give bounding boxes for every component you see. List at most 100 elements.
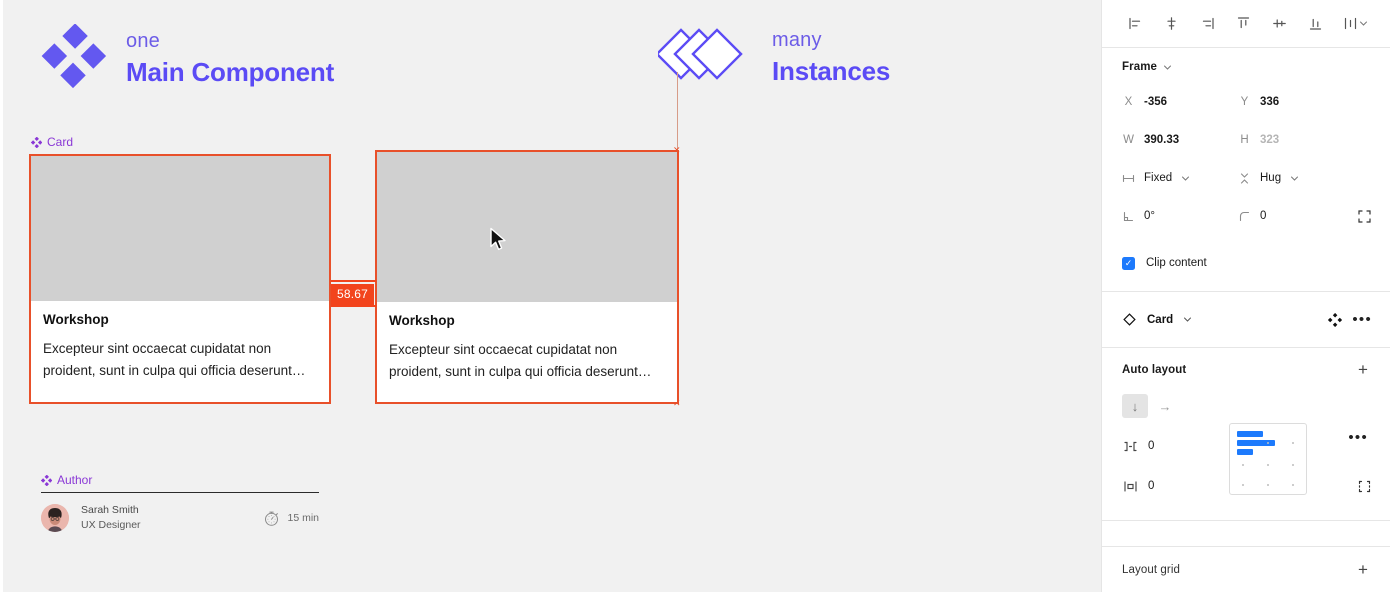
independent-corners-button[interactable]: [1357, 209, 1372, 224]
chevron-down-icon[interactable]: [1183, 315, 1192, 324]
legend-instances: many Instances: [658, 26, 890, 88]
auto-layout-alignment-grid[interactable]: [1229, 423, 1307, 495]
y-value: 336: [1260, 96, 1280, 108]
direction-toggle-group[interactable]: ↓ →: [1122, 394, 1194, 418]
alignment-toolbar[interactable]: [1102, 0, 1390, 48]
properties-panel[interactable]: Frame X -356 Y 336 W 390.33 H 323 Fixed …: [1101, 0, 1390, 592]
card-main-component[interactable]: Workshop Excepteur sint occaecat cupidat…: [29, 154, 331, 404]
legend-main-component: one Main Component: [40, 24, 334, 92]
card-instance-selected[interactable]: Workshop Excepteur sint occaecat cupidat…: [375, 150, 679, 404]
x-value: -356: [1144, 96, 1168, 108]
card-image-placeholder: [377, 152, 677, 302]
component-label-text: Author: [57, 473, 93, 487]
more-options-icon[interactable]: •••: [1352, 312, 1372, 327]
y-field[interactable]: Y 336: [1238, 96, 1354, 108]
rotation-icon: [1122, 210, 1135, 223]
individual-padding-button[interactable]: [1357, 479, 1372, 494]
align-right-icon[interactable]: [1194, 11, 1220, 37]
rotation-value: 0°: [1144, 210, 1155, 222]
spacing-guide-bottom: [331, 305, 376, 307]
gap-spacing-icon: [1122, 439, 1138, 454]
frame-properties: X -356 Y 336 W 390.33 H 323 Fixed Hug 0°…: [1102, 81, 1390, 247]
stopwatch-icon: [265, 511, 279, 526]
component-diamond-icon: [41, 474, 52, 486]
legend-kicker-many: many: [772, 29, 822, 51]
alignment-bar-1: [1237, 431, 1263, 437]
card-description: Excepteur sint occaecat cupidatat non pr…: [43, 341, 306, 379]
author-role: UX Designer: [81, 519, 141, 531]
gap-field[interactable]: 0: [1122, 439, 1234, 454]
frame-section-header[interactable]: Frame: [1102, 48, 1390, 81]
resizing-row: Fixed Hug: [1122, 159, 1372, 197]
w-value: 390.33: [1144, 134, 1180, 146]
legend-title-main-component: Main Component: [126, 57, 335, 87]
design-canvas[interactable]: one Main Component many Instances ✕ ✕: [0, 0, 1101, 592]
auto-layout-section: Auto layout + ↓ → 0 0 •••: [1102, 348, 1390, 521]
card-description: Excepteur sint occaecat cupidatat non pr…: [389, 342, 652, 380]
author-duration: 15 min: [263, 510, 319, 527]
rotation-radius-row: 0° 0: [1122, 197, 1372, 235]
component-label-text: Card: [47, 135, 74, 149]
author-name: Sarah Smith: [81, 504, 139, 517]
corner-radius-field[interactable]: 0: [1238, 210, 1354, 223]
align-vertical-centers-icon[interactable]: [1266, 11, 1292, 37]
chevron-down-icon[interactable]: [1290, 174, 1299, 183]
clip-content-label: Clip content: [1146, 257, 1207, 269]
auto-layout-more-options-icon[interactable]: •••: [1348, 430, 1368, 445]
frame-section: Frame X -356 Y 336 W 390.33 H 323 Fixed …: [1102, 48, 1390, 292]
direction-row: ↓ →: [1122, 386, 1372, 426]
clip-content-checkbox[interactable]: ✓: [1122, 256, 1135, 270]
vertical-resizing-icon: [1238, 172, 1251, 185]
swap-component-icon[interactable]: [1328, 312, 1343, 327]
card-body: Workshop Excepteur sint occaecat cupidat…: [377, 302, 677, 383]
position-row: X -356 Y 336: [1122, 83, 1372, 121]
arrow-down-icon[interactable]: ↓: [1122, 394, 1148, 418]
layout-grid-header: Layout grid +: [1102, 547, 1390, 586]
author-meta: Sarah Smith UX Designer: [81, 504, 141, 531]
rotation-field[interactable]: 0°: [1122, 210, 1238, 223]
horizontal-padding-icon: [1122, 479, 1138, 494]
x-field[interactable]: X -356: [1122, 96, 1238, 108]
vertical-resizing-field[interactable]: Hug: [1238, 172, 1354, 185]
arrow-right-icon[interactable]: →: [1152, 394, 1178, 418]
align-top-icon[interactable]: [1230, 11, 1256, 37]
frame-section-title: Frame: [1122, 61, 1158, 73]
horizontal-padding-field[interactable]: 0: [1122, 479, 1234, 494]
height-field[interactable]: H 323: [1238, 134, 1354, 146]
chevron-down-icon[interactable]: [1163, 63, 1172, 72]
alignment-bar-3: [1237, 449, 1253, 455]
independent-corners-icon: [1358, 209, 1371, 223]
width-field[interactable]: W 390.33: [1122, 134, 1238, 146]
align-left-icon[interactable]: [1122, 11, 1148, 37]
duration-text: 15 min: [287, 512, 319, 524]
instance-connector-line: [677, 72, 678, 152]
clip-content-row[interactable]: ✓ Clip content: [1102, 247, 1390, 279]
component-label-card[interactable]: Card: [31, 135, 73, 149]
author-row[interactable]: Sarah Smith UX Designer 15 min: [41, 503, 319, 533]
component-diamond-icon: [31, 136, 42, 148]
layout-grid-section: Layout grid +: [1102, 546, 1390, 592]
instance-diamond-outline-icon: [1123, 313, 1136, 326]
align-horizontal-centers-icon[interactable]: [1158, 11, 1184, 37]
card-image-placeholder: [31, 156, 329, 301]
card-body: Workshop Excepteur sint occaecat cupidat…: [31, 301, 329, 382]
auto-layout-title: Auto layout: [1122, 363, 1187, 376]
distribute-icon[interactable]: [1338, 11, 1372, 37]
gap-value: 0: [1148, 440, 1155, 452]
plus-icon[interactable]: +: [1354, 361, 1372, 378]
align-bottom-icon[interactable]: [1302, 11, 1328, 37]
chevron-down-icon[interactable]: [1181, 174, 1190, 183]
mouse-cursor: [490, 227, 506, 251]
figma-editor-window: one Main Component many Instances ✕ ✕: [0, 0, 1390, 592]
legend-kicker-one: one: [126, 30, 160, 52]
horizontal-resizing-value: Fixed: [1144, 172, 1173, 184]
horizontal-padding-value: 0: [1148, 480, 1155, 492]
component-label-author[interactable]: Author: [41, 473, 92, 487]
w-label: W: [1123, 134, 1134, 146]
plus-icon[interactable]: +: [1354, 561, 1372, 578]
corner-radius-icon: [1238, 210, 1251, 223]
component-instance-section[interactable]: Card •••: [1102, 292, 1390, 348]
instances-stacked-diamonds-icon: [658, 28, 743, 80]
spacing-measurement-badge: 58.67: [331, 284, 375, 305]
horizontal-resizing-field[interactable]: Fixed: [1122, 172, 1238, 185]
